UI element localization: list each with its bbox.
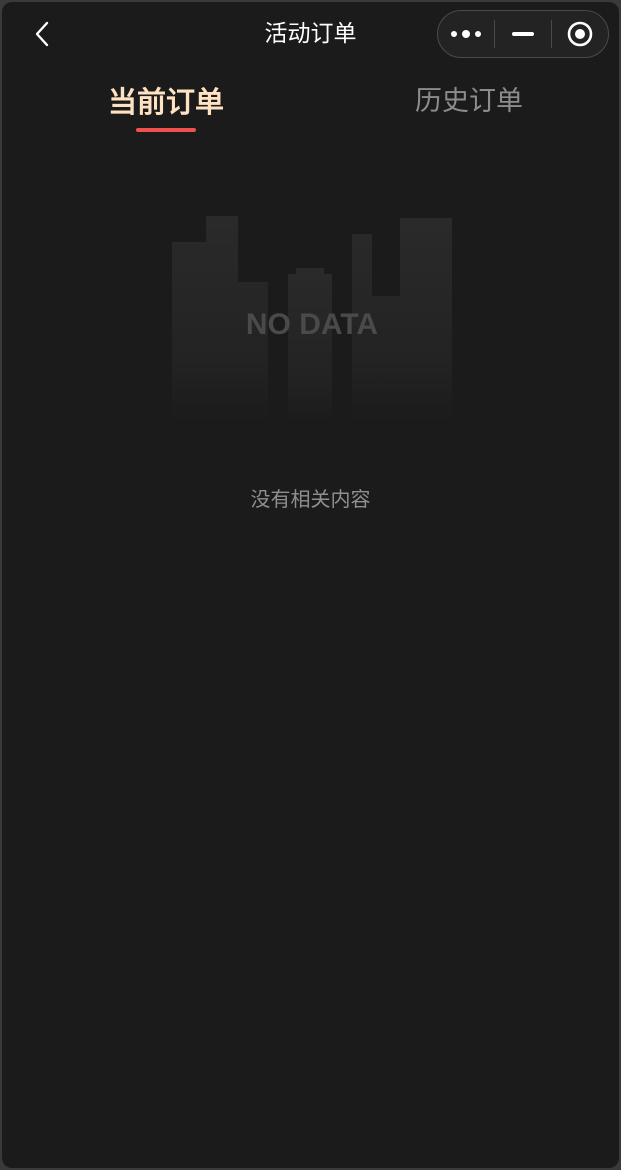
- navigation-bar: 活动订单: [2, 2, 619, 66]
- app-window: 活动订单 当前订单 历史订单 NO DATA 没有相关内容: [2, 2, 619, 1168]
- building-middle: [288, 268, 332, 422]
- close-button[interactable]: [552, 11, 608, 57]
- minimize-icon: [512, 32, 534, 36]
- no-data-label: NO DATA: [246, 308, 378, 341]
- minimize-button[interactable]: [495, 11, 551, 57]
- menu-capsule: [437, 10, 609, 58]
- no-data-illustration: NO DATA: [172, 216, 452, 422]
- tab-current-orders[interactable]: 当前订单: [108, 82, 224, 122]
- empty-message: 没有相关内容: [250, 487, 371, 511]
- order-tabs: 当前订单 历史订单: [2, 66, 619, 146]
- active-tab-indicator: [136, 128, 196, 132]
- target-circle-icon: [567, 21, 593, 47]
- more-button[interactable]: [438, 11, 494, 57]
- more-dots-icon: [451, 30, 481, 38]
- tab-history-orders[interactable]: 历史订单: [415, 82, 523, 122]
